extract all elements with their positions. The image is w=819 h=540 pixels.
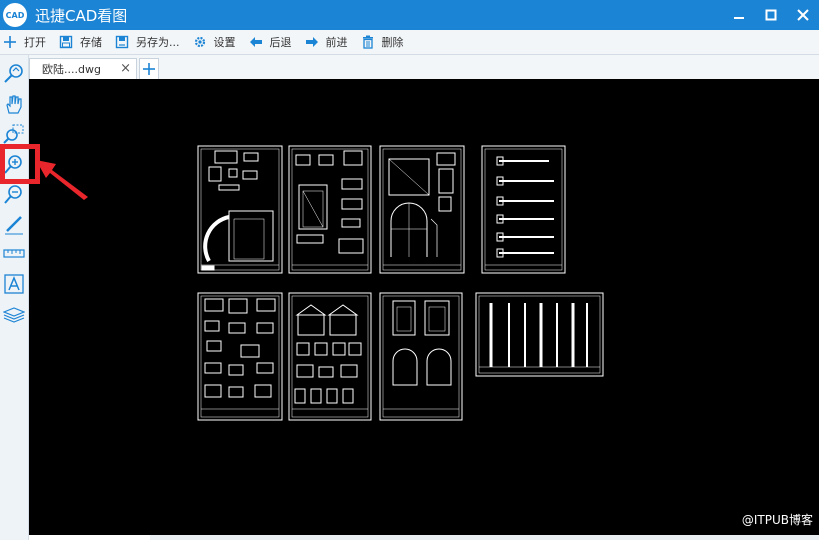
tab-close-icon[interactable]: × [120, 62, 131, 75]
drawing-canvas[interactable]: @ITPUB博客 [29, 79, 819, 535]
forward-button[interactable]: 前进 [304, 30, 348, 55]
back-label: 后退 [269, 36, 292, 49]
drawing-sheet [288, 145, 372, 274]
plus-icon [143, 63, 155, 75]
status-strip [29, 535, 819, 540]
title-bar[interactable]: CAD 迅捷CAD看图 [0, 0, 819, 30]
settings-button[interactable]: 设置 [192, 30, 236, 55]
minimize-icon [734, 17, 744, 19]
settings-label: 设置 [213, 36, 236, 49]
save-as-button[interactable]: 另存为... [114, 30, 180, 55]
text-button[interactable] [1, 271, 27, 297]
document-tab-bar: 欧陆....dwg × [29, 55, 819, 79]
layers-icon [3, 307, 25, 323]
drawing-sheet [197, 145, 283, 274]
window-controls [723, 0, 819, 30]
delete-button[interactable]: 删除 [360, 30, 404, 55]
drawing-sheet [197, 292, 283, 421]
maximize-button[interactable] [755, 0, 787, 30]
save-as-label: 另存为... [136, 36, 180, 49]
forward-label: 前进 [325, 36, 348, 49]
save-as-icon [114, 34, 130, 50]
drawing-sheet [379, 292, 463, 421]
text-icon [4, 274, 24, 294]
pen-icon [5, 216, 23, 235]
maximize-icon [765, 9, 777, 21]
trash-icon [360, 34, 376, 50]
measure-icon [3, 249, 25, 258]
app-window: CAD 迅捷CAD看图 打开 存储 另存为... 设置 后退 前进 删除 欧陆.… [0, 0, 819, 540]
drawing-sheet [379, 145, 465, 274]
drawing-sheet [288, 292, 372, 421]
delete-label: 删除 [381, 36, 404, 49]
drawing-sheet [475, 292, 604, 377]
layers-button[interactable] [1, 301, 27, 327]
cad-drawing [197, 145, 604, 421]
back-arrow-icon [248, 34, 264, 50]
minimize-button[interactable] [723, 0, 755, 30]
annotation-arrow [36, 160, 88, 200]
watermark: @ITPUB博客 [741, 513, 813, 527]
back-button[interactable]: 后退 [248, 30, 292, 55]
close-button[interactable] [787, 0, 819, 30]
close-icon [797, 9, 809, 21]
measure-button[interactable] [1, 241, 27, 267]
gear-icon [192, 34, 208, 50]
new-tab-button[interactable] [139, 58, 159, 79]
main-toolbar: 打开 存储 另存为... 设置 后退 前进 删除 [0, 30, 819, 55]
drawing-sheet [481, 145, 566, 274]
forward-arrow-icon [304, 34, 320, 50]
pen-button[interactable] [1, 211, 27, 237]
